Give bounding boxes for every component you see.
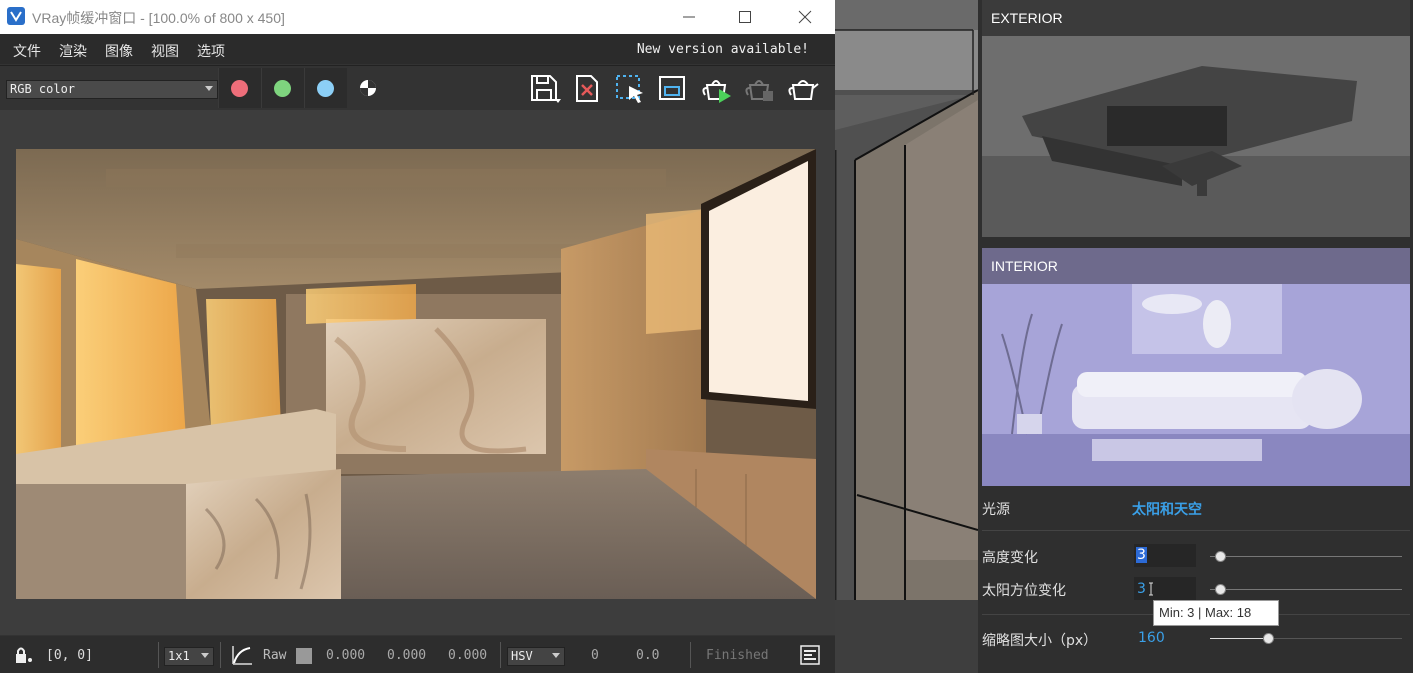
lock-icon[interactable]	[12, 645, 34, 665]
green-channel-button[interactable]	[261, 68, 304, 108]
pixel-color-swatch	[296, 648, 312, 664]
alpha-icon	[360, 80, 376, 96]
region-render-button[interactable]	[614, 73, 648, 105]
title-bar[interactable]: VRay帧缓冲窗口 - [100.0% of 800 x 450]	[0, 0, 835, 34]
clear-image-button[interactable]	[571, 73, 605, 105]
sun-azimuth-slider-handle[interactable]	[1214, 584, 1226, 595]
colorspace-select[interactable]: HSV	[507, 647, 565, 666]
region-select-icon	[616, 75, 643, 103]
blue-channel-button[interactable]	[304, 68, 347, 108]
status-bar: [0, 0] 1x1 Raw 0.000 0.000 0.000 HSV 0 0…	[0, 636, 835, 673]
text-cursor-icon	[1149, 582, 1153, 596]
scene-viewport[interactable]	[835, 0, 978, 673]
interactive-render-button[interactable]	[786, 73, 820, 105]
thumbnail-size-label: 缩略图大小（px）	[982, 633, 1098, 649]
thumbnail-size-value[interactable]: 160	[1138, 630, 1165, 646]
height-variation-label: 高度变化	[982, 550, 1038, 566]
light-source-value[interactable]: 太阳和天空	[1132, 499, 1202, 519]
track-mouse-button[interactable]	[657, 73, 691, 105]
teapot-render-icon	[702, 80, 731, 103]
menu-image[interactable]: 图像	[105, 41, 133, 61]
sun-azimuth-input[interactable]: 3	[1134, 577, 1196, 600]
sample-size-select[interactable]: 1x1	[164, 647, 214, 666]
render-status: Finished	[706, 648, 769, 663]
vray-logo-icon	[7, 7, 25, 25]
chevron-down-icon	[205, 86, 213, 91]
thumbnail-size-slider-handle[interactable]	[1262, 633, 1274, 644]
colorspace-value: HSV	[511, 649, 533, 663]
pixel-coords: [0, 0]	[46, 648, 93, 663]
raw-label: Raw	[263, 648, 287, 663]
minimize-button[interactable]	[666, 0, 712, 34]
channel-select[interactable]: RGB color	[6, 80, 218, 99]
interior-thumbnail	[982, 284, 1410, 486]
save-icon	[531, 75, 561, 103]
status-separator	[220, 642, 221, 668]
log-panel-icon[interactable]	[800, 645, 820, 665]
status-separator	[158, 642, 159, 668]
interior-preset-card[interactable]: INTERIOR	[982, 248, 1410, 486]
alpha-channel-button[interactable]	[352, 73, 386, 105]
hsv-s-value: 0.0	[636, 648, 660, 663]
curve-icon[interactable]	[230, 644, 254, 666]
sun-azimuth-label: 太阳方位变化	[982, 583, 1066, 599]
status-separator	[690, 642, 691, 668]
clear-icon	[576, 75, 598, 102]
new-version-link[interactable]: New version available!	[637, 42, 809, 57]
vfb-window: VRay帧缓冲窗口 - [100.0% of 800 x 450] 文件 渲染 …	[0, 0, 835, 673]
close-button[interactable]	[782, 0, 828, 34]
start-render-button[interactable]	[700, 73, 734, 105]
chevron-down-icon	[201, 653, 209, 658]
pixel-g-value: 0.000	[387, 648, 427, 663]
save-image-button[interactable]	[528, 73, 562, 105]
thumbnail-size-slider-fill	[1210, 638, 1268, 639]
status-separator	[500, 642, 501, 668]
stop-render-button[interactable]	[743, 73, 777, 105]
render-viewport[interactable]	[0, 110, 835, 635]
interior-title: INTERIOR	[991, 258, 1058, 274]
range-tooltip-text: Min: 3 | Max: 18	[1159, 605, 1252, 620]
range-tooltip: Min: 3 | Max: 18	[1153, 600, 1279, 626]
menu-view[interactable]: 视图	[151, 41, 179, 61]
menu-file[interactable]: 文件	[13, 41, 41, 61]
pixel-b-value: 0.000	[448, 648, 488, 663]
exterior-thumbnail	[982, 36, 1410, 237]
light-source-label: 光源	[982, 502, 1010, 518]
menu-render[interactable]: 渲染	[59, 41, 87, 61]
exterior-title: EXTERIOR	[991, 10, 1063, 26]
chevron-down-icon	[552, 653, 560, 658]
sun-azimuth-value: 3	[1137, 581, 1146, 597]
rendered-image	[16, 149, 816, 599]
green-dot-icon	[274, 80, 291, 97]
menu-options[interactable]: 选项	[197, 41, 225, 61]
red-channel-button[interactable]	[218, 68, 261, 108]
interior-header: INTERIOR	[982, 248, 1410, 284]
height-variation-slider[interactable]	[1210, 556, 1402, 557]
height-variation-value: 3	[1136, 547, 1147, 563]
red-dot-icon	[231, 80, 248, 97]
exterior-preset-card[interactable]: EXTERIOR	[982, 0, 1410, 237]
sun-azimuth-slider[interactable]	[1210, 589, 1402, 590]
menu-bar: 文件 渲染 图像 视图 选项 New version available!	[0, 34, 835, 64]
vfb-toolbar: RGB color	[0, 65, 835, 110]
channel-select-value: RGB color	[10, 82, 76, 96]
hsv-h-value: 0	[591, 648, 599, 663]
maximize-button[interactable]	[722, 0, 768, 34]
row-divider	[982, 530, 1410, 531]
frame-icon	[659, 76, 685, 100]
teapot-icon	[788, 80, 819, 100]
teapot-stop-icon	[745, 80, 773, 101]
blue-dot-icon	[317, 80, 334, 97]
exterior-header: EXTERIOR	[982, 0, 1410, 36]
height-variation-input[interactable]: 3	[1134, 544, 1196, 567]
height-variation-slider-handle[interactable]	[1214, 551, 1226, 562]
window-title: VRay帧缓冲窗口 - [100.0% of 800 x 450]	[32, 10, 285, 26]
sample-size-value: 1x1	[168, 649, 190, 663]
pixel-r-value: 0.000	[326, 648, 366, 663]
